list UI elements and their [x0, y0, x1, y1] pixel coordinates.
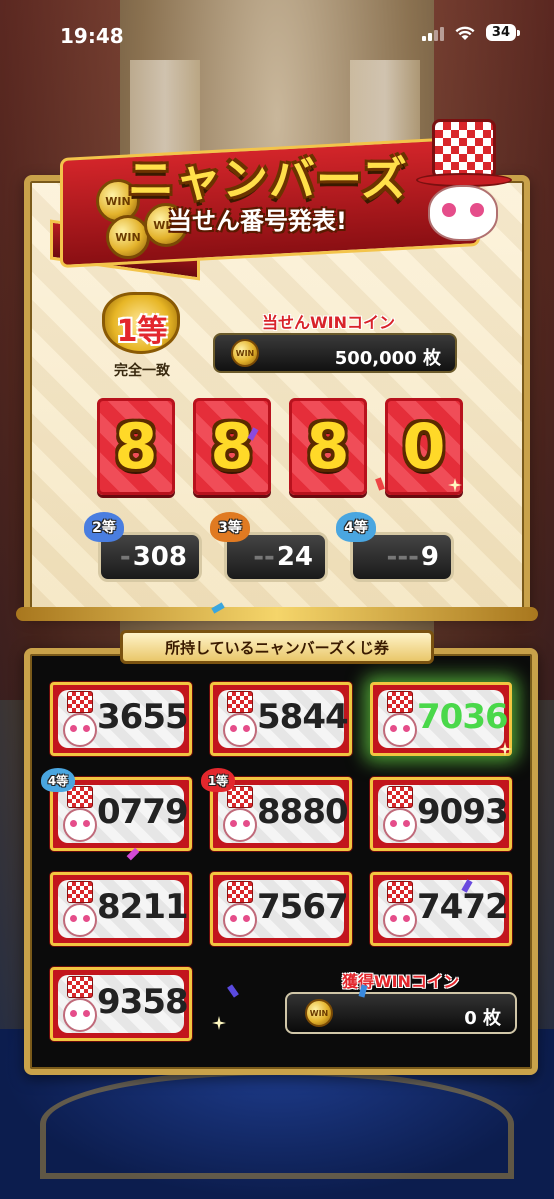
title-banner: WIN WIN WIN ニャンバーズ 当せん番号発表! — [50, 115, 512, 281]
win-coin-amount: 500,000 枚 — [334, 348, 441, 369]
fourth-prize: 4等 --- 9 — [336, 512, 454, 582]
mascot-character-icon — [410, 115, 520, 265]
earned-coin-amount: 0 枚 — [464, 1008, 501, 1029]
fourth-prize-number: 9 — [420, 542, 439, 572]
cellular-signal-icon — [421, 25, 444, 41]
ticket[interactable]: 9093 — [370, 777, 512, 851]
first-prize-desc: 完全一致 — [114, 363, 170, 379]
ticket[interactable]: 7472 — [370, 872, 512, 946]
winning-digit: 0 — [385, 398, 463, 495]
digit-value: 8 — [210, 410, 254, 483]
digit-value: 8 — [306, 410, 350, 483]
third-prize: 3等 -- 24 — [210, 512, 328, 582]
ticket-mascot-icon — [381, 786, 419, 846]
ticket-number: 9093 — [417, 792, 509, 832]
third-prize-number: 24 — [276, 542, 313, 572]
status-bar: 19:48 34 — [0, 0, 554, 70]
win-coin-icon: WIN — [305, 999, 333, 1027]
ticket-prize-badge: 4等 — [41, 768, 75, 792]
ticket-mascot-icon — [61, 691, 99, 751]
ticket-number: 7036 — [417, 697, 509, 737]
ticket[interactable]: 9358 — [50, 967, 192, 1041]
win-coin-amount-box: WIN 500,000 枚 — [213, 333, 457, 373]
ticket-number: 9358 — [97, 982, 189, 1022]
ticket[interactable]: 4等 0779 — [41, 768, 192, 851]
sub-prizes: 2等 -308 3等 -- 24 4等 --- 9 — [84, 512, 454, 582]
mascot-face — [428, 185, 498, 241]
floor-ornament — [40, 1069, 514, 1179]
ticket-number: 8880 — [257, 792, 349, 832]
ticket[interactable]: 5844 — [210, 682, 352, 756]
ticket[interactable]: 7036 — [370, 682, 512, 756]
ticket[interactable]: 3655 — [50, 682, 192, 756]
ticket-mascot-icon — [61, 976, 99, 1036]
ticket-number: 5844 — [257, 697, 349, 737]
ticket-number: 8211 — [97, 887, 189, 927]
ticket-number: 7567 — [257, 887, 349, 927]
winning-digit: 8 — [97, 398, 175, 495]
ticket-mascot-icon — [61, 881, 99, 941]
wifi-icon — [454, 25, 476, 41]
ticket-mascot-icon — [221, 691, 259, 751]
banner-title: ニャンバーズ — [128, 152, 408, 206]
ticket-mascot-icon — [381, 881, 419, 941]
ticket[interactable]: 7567 — [210, 872, 352, 946]
winning-digit: 8 — [289, 398, 367, 495]
earned-coin-box: WIN 0 枚 — [285, 992, 517, 1034]
battery-icon: 34 — [485, 24, 521, 41]
digit-mask: -- — [253, 542, 275, 572]
owned-tickets-header: 所持しているニャンバーズくじ券 — [120, 630, 434, 664]
winning-number: 8 8 8 0 — [97, 398, 463, 495]
winning-digit: 8 — [193, 398, 271, 495]
digit-value: 8 — [114, 410, 158, 483]
win-coin-label: 当せんWINコイン — [262, 313, 395, 332]
ticket[interactable]: 8211 — [50, 872, 192, 946]
digit-mask: - — [119, 542, 131, 572]
ticket-mascot-icon — [61, 786, 99, 846]
status-time: 19:48 — [60, 24, 124, 48]
second-prize-badge: 2等 — [84, 512, 124, 542]
second-prize-number: 308 — [132, 542, 187, 572]
ticket-mascot-icon — [221, 786, 259, 846]
checkered-hat-icon — [432, 119, 496, 179]
status-icons: 34 — [421, 24, 521, 41]
second-prize: 2等 -308 — [84, 512, 202, 582]
panel-trim — [16, 607, 538, 621]
digit-mask: --- — [386, 542, 419, 572]
first-prize-rank: 1等 — [116, 314, 168, 349]
ticket-prize-badge: 1等 — [201, 768, 235, 792]
banner-subtitle: 当せん番号発表! — [168, 207, 347, 235]
ticket-mascot-icon — [381, 691, 419, 751]
ticket-number: 3655 — [97, 697, 189, 737]
ticket[interactable]: 1等 8880 — [201, 768, 352, 851]
ticket-number: 0779 — [97, 792, 189, 832]
ticket-mascot-icon — [221, 881, 259, 941]
ticket-number: 7472 — [417, 887, 509, 927]
first-prize-badge: 1等 完全一致 — [98, 292, 186, 379]
digit-value: 0 — [402, 410, 446, 483]
third-prize-badge: 3等 — [210, 512, 250, 542]
fourth-prize-badge: 4等 — [336, 512, 376, 542]
win-coin-icon: WIN — [231, 339, 259, 367]
